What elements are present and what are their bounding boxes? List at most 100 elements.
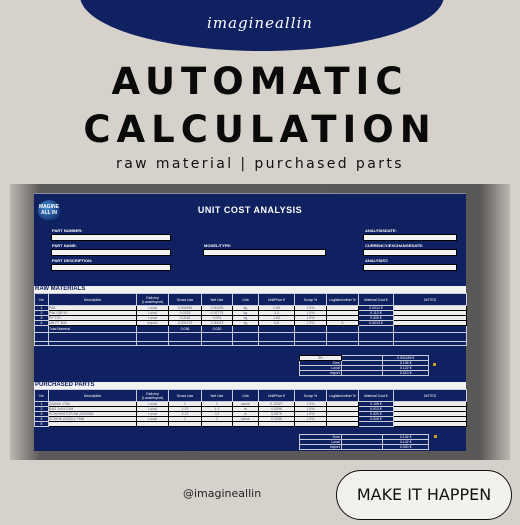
empty-cell <box>48 341 137 346</box>
import-label: Import <box>299 444 342 450</box>
col-delivery: Delivery (Local/Import) <box>136 293 169 306</box>
col-description: Description <box>48 293 137 306</box>
empty-cell <box>326 325 359 333</box>
empty-cell <box>358 341 394 346</box>
summary-row-import: Import 0.000 € <box>299 444 429 450</box>
empty-cell <box>294 341 327 346</box>
analysis-date-label: ANALYSISDATE: <box>365 228 397 233</box>
col-gross-use: Gross Use <box>168 389 202 402</box>
raw-materials-summary: 3% 0.001165 € Sum 0.136 € Local 0.122 € … <box>299 355 429 376</box>
empty-cell <box>393 341 467 346</box>
purchased-parts-section-title: PURCHASED PARTS <box>34 382 466 389</box>
empty-row <box>34 332 467 342</box>
empty-cell <box>168 332 202 342</box>
headline-line-1: AUTOMATIC <box>111 60 409 103</box>
empty-cell <box>168 341 202 346</box>
cell-logistics[interactable] <box>326 421 359 427</box>
empty-cell <box>34 332 49 342</box>
part-number-field[interactable] <box>51 234 171 241</box>
cell-no: 5 <box>34 421 49 427</box>
analyst-field[interactable] <box>363 264 457 271</box>
empty-cell <box>294 325 327 333</box>
col-description: Description <box>48 389 137 402</box>
col-delivery: Delivery (Local/Import) <box>136 389 169 402</box>
subtitle: raw material | purchased parts <box>116 156 404 172</box>
cell-net-use[interactable] <box>201 421 233 427</box>
empty-cell <box>136 341 169 346</box>
part-number-label: PART NUMBER: <box>52 228 83 233</box>
empty-cell <box>258 332 295 342</box>
model-type-field[interactable] <box>203 249 326 256</box>
empty-cell <box>258 325 295 333</box>
empty-cell <box>136 332 169 342</box>
col-material-cost: Material Cost € <box>358 389 394 402</box>
cell-material-cost <box>358 421 394 427</box>
empty-cell <box>232 341 259 346</box>
part-name-field[interactable] <box>51 249 171 256</box>
headline-line-2: CALCULATION <box>83 108 437 151</box>
empty-cell <box>232 325 259 333</box>
make-it-happen-button[interactable]: MAKE IT HAPPEN <box>336 470 512 520</box>
col-logistics: Logistics/other % <box>326 389 359 402</box>
col-no: No <box>34 389 49 402</box>
col-scrap: Scrap % <box>294 389 327 402</box>
import-label: Import <box>299 370 342 376</box>
total-net-use: 0.032 <box>201 325 233 333</box>
col-net-use: Net Use <box>201 389 233 402</box>
empty-cell <box>34 325 49 333</box>
col-gross-use: Gross Use <box>168 293 202 306</box>
cell-delivery[interactable] <box>136 421 169 427</box>
empty-cell <box>393 332 467 342</box>
import-value: 0.013 € <box>382 370 429 376</box>
purchased-parts-summary: Sum 0.142 € Local 0.142 € Import 0.000 € <box>299 434 429 450</box>
empty-cell <box>48 332 137 342</box>
col-unit: Unit <box>232 293 259 306</box>
empty-cell <box>326 332 359 342</box>
total-gross-use: 0.036 <box>168 325 202 333</box>
currency-exchange-date-field[interactable] <box>363 249 457 256</box>
col-notes: NOTES <box>393 293 467 306</box>
part-name-label: PART NAME: <box>52 243 77 248</box>
col-scrap: Scrap % <box>294 293 327 306</box>
total-material-label: Total Material <box>48 325 137 333</box>
warning-indicator-icon <box>434 435 437 438</box>
col-net-use: Net Use <box>201 293 233 306</box>
cell-description[interactable] <box>48 421 137 427</box>
raw-materials-section-title: RAW MATERIALS <box>34 286 466 293</box>
empty-row <box>34 341 467 346</box>
col-no: No <box>34 293 49 306</box>
purchased-parts-table: No Description Delivery (Local/Import) G… <box>34 389 467 427</box>
empty-cell <box>294 332 327 342</box>
analyst-label: ANALYSIST: <box>365 258 389 263</box>
raw-materials-header-row: No Description Delivery (Local/Import) G… <box>34 293 467 306</box>
cell-scrap[interactable] <box>294 421 327 427</box>
summary-row-import: Import 0.013 € <box>299 370 429 376</box>
currency-exchange-date-label: CURRENCY/EXCHANGEDATE: <box>365 243 424 248</box>
import-value: 0.000 € <box>382 444 429 450</box>
analysis-date-field[interactable] <box>363 234 457 241</box>
col-unit-price: UnitPrice € <box>258 389 295 402</box>
empty-cell <box>232 332 259 342</box>
raw-materials-table: No Description Delivery (Local/Import) G… <box>34 293 467 346</box>
part-description-label: PART DESCRIPTION: <box>52 258 93 263</box>
model-type-label: MODEL/TYPE: <box>204 243 232 248</box>
cell-gross-use[interactable] <box>168 421 202 427</box>
sheet-title: UNIT COST ANALYSIS <box>197 205 303 215</box>
social-handle: @imagineallin <box>183 487 262 500</box>
total-material-row: Total Material 0.036 0.032 <box>34 325 467 333</box>
cell-unit-price[interactable] <box>258 421 295 427</box>
unit-cost-sheet: MAGINE ALL IN UNIT COST ANALYSIS PART NU… <box>34 193 467 451</box>
empty-cell <box>34 341 49 346</box>
cell-notes[interactable] <box>393 421 467 427</box>
empty-cell <box>358 325 394 333</box>
col-material-cost: Material Cost € <box>358 293 394 306</box>
cell-unit[interactable] <box>232 421 259 427</box>
empty-cell <box>393 325 467 333</box>
col-unit: Unit <box>232 389 259 402</box>
warning-indicator-icon <box>433 363 436 366</box>
part-description-field[interactable] <box>51 264 171 271</box>
empty-cell <box>136 325 169 333</box>
empty-cell <box>258 341 295 346</box>
empty-cell <box>326 341 359 346</box>
empty-cell <box>358 332 394 342</box>
